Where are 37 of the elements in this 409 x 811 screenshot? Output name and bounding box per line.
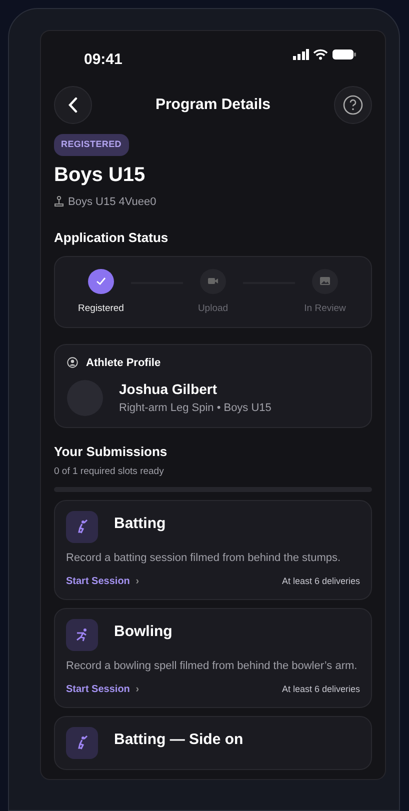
requirement-text: At least 6 deliveries (282, 683, 360, 696)
program-code: Boys U15 4Vuee0 (68, 194, 156, 210)
card-title: Batting — Side on (114, 730, 244, 750)
card-title: Batting (114, 514, 166, 534)
chevron-icon: › (136, 684, 140, 696)
joystick-icon (54, 196, 64, 208)
activity-icon (66, 511, 98, 544)
slots-counter: 0 of 1 required slots ready (54, 465, 165, 479)
screen-title: Program Details (155, 94, 271, 115)
status-badge: REGISTERED (54, 134, 129, 156)
battery-icon (332, 49, 356, 60)
help-button[interactable] (334, 86, 372, 124)
help-icon (342, 95, 363, 115)
card-description: Record a bowling spell filmed from behind the bowler’s arm. (66, 659, 358, 674)
activity-icon (66, 727, 98, 760)
start-session-link[interactable]: Start Session › (66, 574, 140, 590)
status-time: 09:41 (84, 50, 122, 70)
athlete-details: Right-arm Leg Spin • Boys U15 (119, 401, 272, 416)
section-heading: Your Submissions (54, 442, 168, 460)
card-description: Record a batting session filmed from behind the stumps. (66, 551, 342, 566)
section-heading: Application Status (54, 229, 170, 247)
start-session-link[interactable]: Start Session › (66, 682, 140, 698)
step-label: In Review (304, 302, 346, 316)
signal-icon (293, 49, 309, 60)
requirement-text: At least 6 deliveries (282, 575, 360, 588)
card-heading: Athlete Profile (86, 356, 161, 370)
activity-icon (66, 619, 98, 652)
step-label: Upload (198, 302, 228, 316)
card-title: Bowling (114, 622, 172, 642)
athlete-name: Joshua Gilbert (119, 380, 218, 399)
back-button[interactable] (54, 86, 92, 124)
user-icon (67, 357, 78, 368)
back-icon (68, 97, 78, 113)
step-label: Registered (78, 302, 124, 316)
chevron-icon: › (136, 576, 140, 588)
wifi-icon (313, 49, 328, 60)
program-title: Boys U15 (54, 162, 146, 188)
